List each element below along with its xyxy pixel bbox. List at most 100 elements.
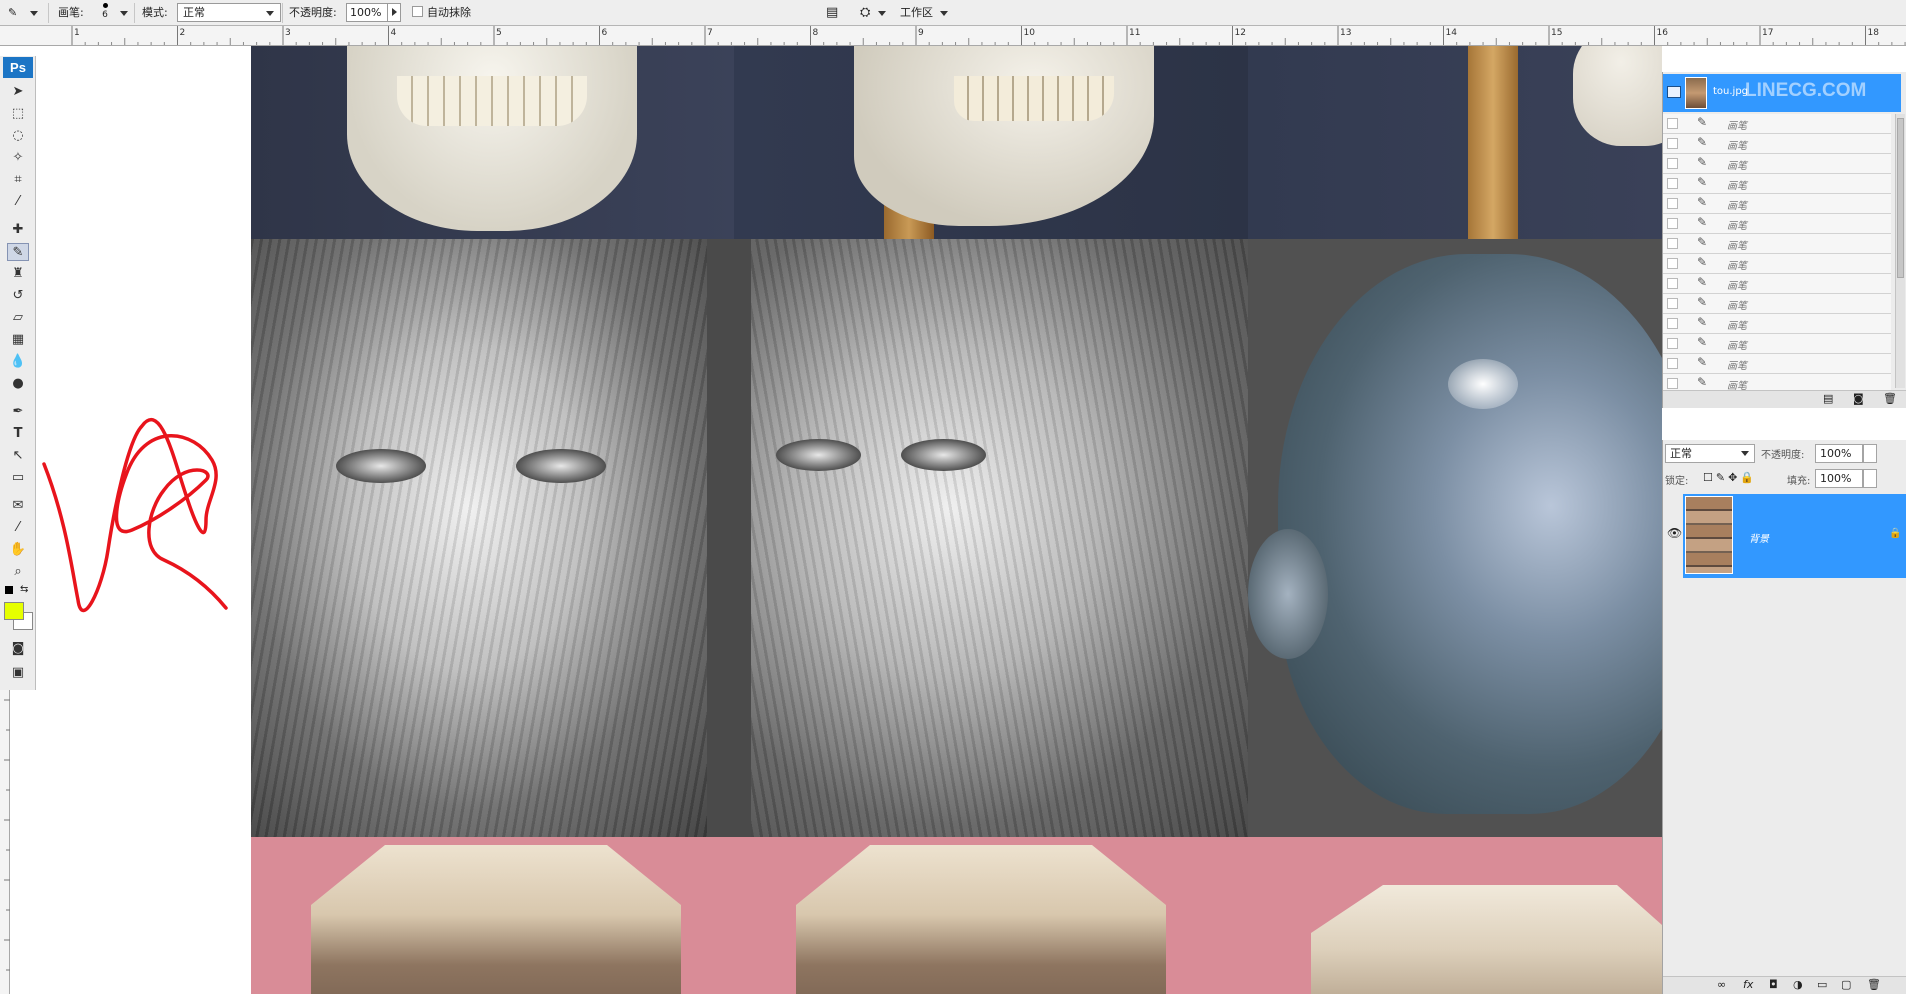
dodge-tool-icon[interactable]: ● bbox=[7, 375, 29, 393]
history-source-checkbox[interactable] bbox=[1667, 218, 1678, 229]
history-item[interactable]: ✎ 画笔 bbox=[1663, 114, 1891, 134]
new-document-from-state-icon[interactable]: ▤ bbox=[1823, 392, 1833, 405]
eyedropper-tool-icon[interactable]: ⁄ bbox=[7, 193, 29, 211]
adjustment-layer-icon[interactable]: ◑ bbox=[1793, 978, 1803, 991]
layer-mask-icon[interactable]: ◘ bbox=[1769, 978, 1778, 991]
history-source-checkbox[interactable] bbox=[1667, 358, 1678, 369]
new-layer-icon[interactable]: ▢ bbox=[1841, 978, 1851, 991]
foreground-color-swatch[interactable] bbox=[4, 602, 24, 620]
ruler-number: 10 bbox=[1024, 28, 1036, 38]
history-item[interactable]: ✎ 画笔 bbox=[1663, 294, 1891, 314]
healing-brush-tool-icon[interactable]: ✚ bbox=[7, 221, 29, 239]
trash-icon[interactable]: 🗑 bbox=[1883, 392, 1897, 405]
magic-wand-tool-icon[interactable]: ✧ bbox=[7, 149, 29, 167]
history-item[interactable]: ✎ 画笔 bbox=[1663, 234, 1891, 254]
history-item[interactable]: ✎ 画笔 bbox=[1663, 334, 1891, 354]
bridge-icon[interactable]: ⛭ bbox=[860, 4, 870, 22]
history-item[interactable]: ✎ 画笔 bbox=[1663, 154, 1891, 174]
history-source-checkbox[interactable] bbox=[1667, 238, 1678, 249]
history-source-checkbox[interactable] bbox=[1667, 318, 1678, 329]
shape-tool-icon[interactable]: ▭ bbox=[7, 469, 29, 487]
history-scrollbar[interactable] bbox=[1895, 114, 1905, 388]
layer-style-icon[interactable]: fx bbox=[1743, 978, 1753, 991]
stamp-tool-icon[interactable]: ♜ bbox=[7, 265, 29, 283]
layer-opacity-slider-button[interactable] bbox=[1863, 444, 1877, 463]
brush-tool-icon[interactable]: ✎ bbox=[7, 243, 29, 261]
history-item[interactable]: ✎ 画笔 bbox=[1663, 214, 1891, 234]
history-item[interactable]: ✎ 画笔 bbox=[1663, 314, 1891, 334]
new-group-icon[interactable]: ▭ bbox=[1817, 978, 1827, 991]
history-source-checkbox[interactable] bbox=[1667, 198, 1678, 209]
layer-opacity-input[interactable]: 100% bbox=[1815, 444, 1863, 463]
fill-input[interactable]: 100% bbox=[1815, 469, 1863, 488]
opacity-input[interactable]: 100% bbox=[346, 3, 388, 22]
eraser-tool-icon[interactable]: ▱ bbox=[7, 309, 29, 327]
panel-toggle-icon[interactable]: ▤ bbox=[826, 4, 838, 22]
swap-colors-icon[interactable]: ⇆ bbox=[20, 584, 28, 595]
history-item[interactable]: ✎ 画笔 bbox=[1663, 274, 1891, 294]
brush-tool-icon[interactable]: ✎ bbox=[8, 4, 17, 22]
history-source-checkbox[interactable] bbox=[1667, 298, 1678, 309]
history-item[interactable]: ✎ 画笔 bbox=[1663, 254, 1891, 274]
history-item[interactable]: ✎ 画笔 bbox=[1663, 134, 1891, 154]
notes-tool-icon[interactable]: ✉ bbox=[7, 497, 29, 515]
history-source-checkbox[interactable] bbox=[1667, 138, 1678, 149]
history-item[interactable]: ✎ 画笔 bbox=[1663, 194, 1891, 214]
history-source-checkbox[interactable] bbox=[1667, 258, 1678, 269]
eye-icon[interactable]: 👁 bbox=[1667, 526, 1682, 540]
screen-mode-icon[interactable]: ▣ bbox=[7, 664, 29, 682]
history-item[interactable]: ✎ 画笔 bbox=[1663, 354, 1891, 374]
opacity-label: 不透明度: bbox=[289, 6, 337, 19]
ruler-number: 6 bbox=[602, 28, 608, 38]
bridge-dropdown[interactable] bbox=[878, 4, 886, 22]
brush-preview[interactable]: 6 bbox=[98, 0, 112, 20]
history-item-label: 画笔 bbox=[1727, 201, 1747, 212]
brush-size-value: 6 bbox=[102, 10, 108, 20]
link-layers-icon[interactable]: ∞ bbox=[1717, 978, 1726, 991]
marquee-tool-icon[interactable]: ⬚ bbox=[7, 105, 29, 123]
history-snapshot-row[interactable]: tou.jpg LINECG.COM bbox=[1663, 74, 1901, 112]
layer-row-background[interactable]: 背景 🔒 bbox=[1683, 494, 1906, 578]
move-tool-icon[interactable]: ➤ bbox=[7, 83, 29, 101]
blend-mode-select[interactable]: 正常 bbox=[1665, 444, 1755, 463]
fill-value: 100% bbox=[1820, 472, 1852, 485]
brush-picker-dropdown[interactable] bbox=[120, 4, 128, 22]
workspace-menu[interactable]: 工作区 bbox=[900, 4, 948, 22]
layer-opacity-label: 不透明度: bbox=[1761, 450, 1805, 461]
fill-slider-button[interactable] bbox=[1863, 469, 1877, 488]
camera-snapshot-icon[interactable]: ◙ bbox=[1853, 392, 1864, 405]
layer-opacity-value: 100% bbox=[1820, 447, 1852, 460]
opacity-slider-button[interactable] bbox=[387, 3, 401, 22]
brush-icon: ✎ bbox=[1697, 355, 1708, 369]
default-colors-icon[interactable] bbox=[5, 586, 13, 594]
quick-mask-icon[interactable]: ◙ bbox=[7, 640, 29, 658]
auto-erase-checkbox[interactable] bbox=[412, 6, 423, 17]
history-source-checkbox[interactable] bbox=[1667, 158, 1678, 169]
zoom-tool-icon[interactable]: ⌕ bbox=[7, 563, 29, 581]
crop-tool-icon[interactable]: ⌗ bbox=[7, 171, 29, 189]
layer-thumbnail bbox=[1685, 496, 1733, 574]
ecorche-heads-image bbox=[251, 239, 1248, 837]
lasso-tool-icon[interactable]: ◌ bbox=[7, 127, 29, 145]
type-tool-icon[interactable]: T bbox=[7, 425, 29, 443]
hand-tool-icon[interactable]: ✋ bbox=[7, 541, 29, 559]
history-source-checkbox[interactable] bbox=[1667, 118, 1678, 129]
gradient-tool-icon[interactable]: ▦ bbox=[7, 331, 29, 349]
history-source-checkbox[interactable] bbox=[1667, 278, 1678, 289]
history-source-checkbox[interactable] bbox=[1667, 378, 1678, 389]
document-canvas[interactable] bbox=[251, 46, 1662, 994]
eyedropper-sample-icon[interactable]: ⁄ bbox=[7, 519, 29, 537]
blur-tool-icon[interactable]: 💧 bbox=[7, 353, 29, 371]
history-item[interactable]: ✎ 画笔 bbox=[1663, 174, 1891, 194]
source-brush-icon[interactable] bbox=[1667, 86, 1681, 98]
history-brush-tool-icon[interactable]: ↺ bbox=[7, 287, 29, 305]
tool-preset-dropdown[interactable] bbox=[30, 4, 38, 22]
path-selection-tool-icon[interactable]: ↖ bbox=[7, 447, 29, 465]
brush-icon: ✎ bbox=[1697, 175, 1708, 189]
mode-select[interactable]: 正常 bbox=[177, 3, 281, 22]
trash-icon[interactable]: 🗑 bbox=[1867, 978, 1881, 991]
lock-icons[interactable]: ☐✎✥🔒 bbox=[1703, 471, 1757, 484]
history-source-checkbox[interactable] bbox=[1667, 178, 1678, 189]
history-source-checkbox[interactable] bbox=[1667, 338, 1678, 349]
pen-tool-icon[interactable]: ✒ bbox=[7, 403, 29, 421]
